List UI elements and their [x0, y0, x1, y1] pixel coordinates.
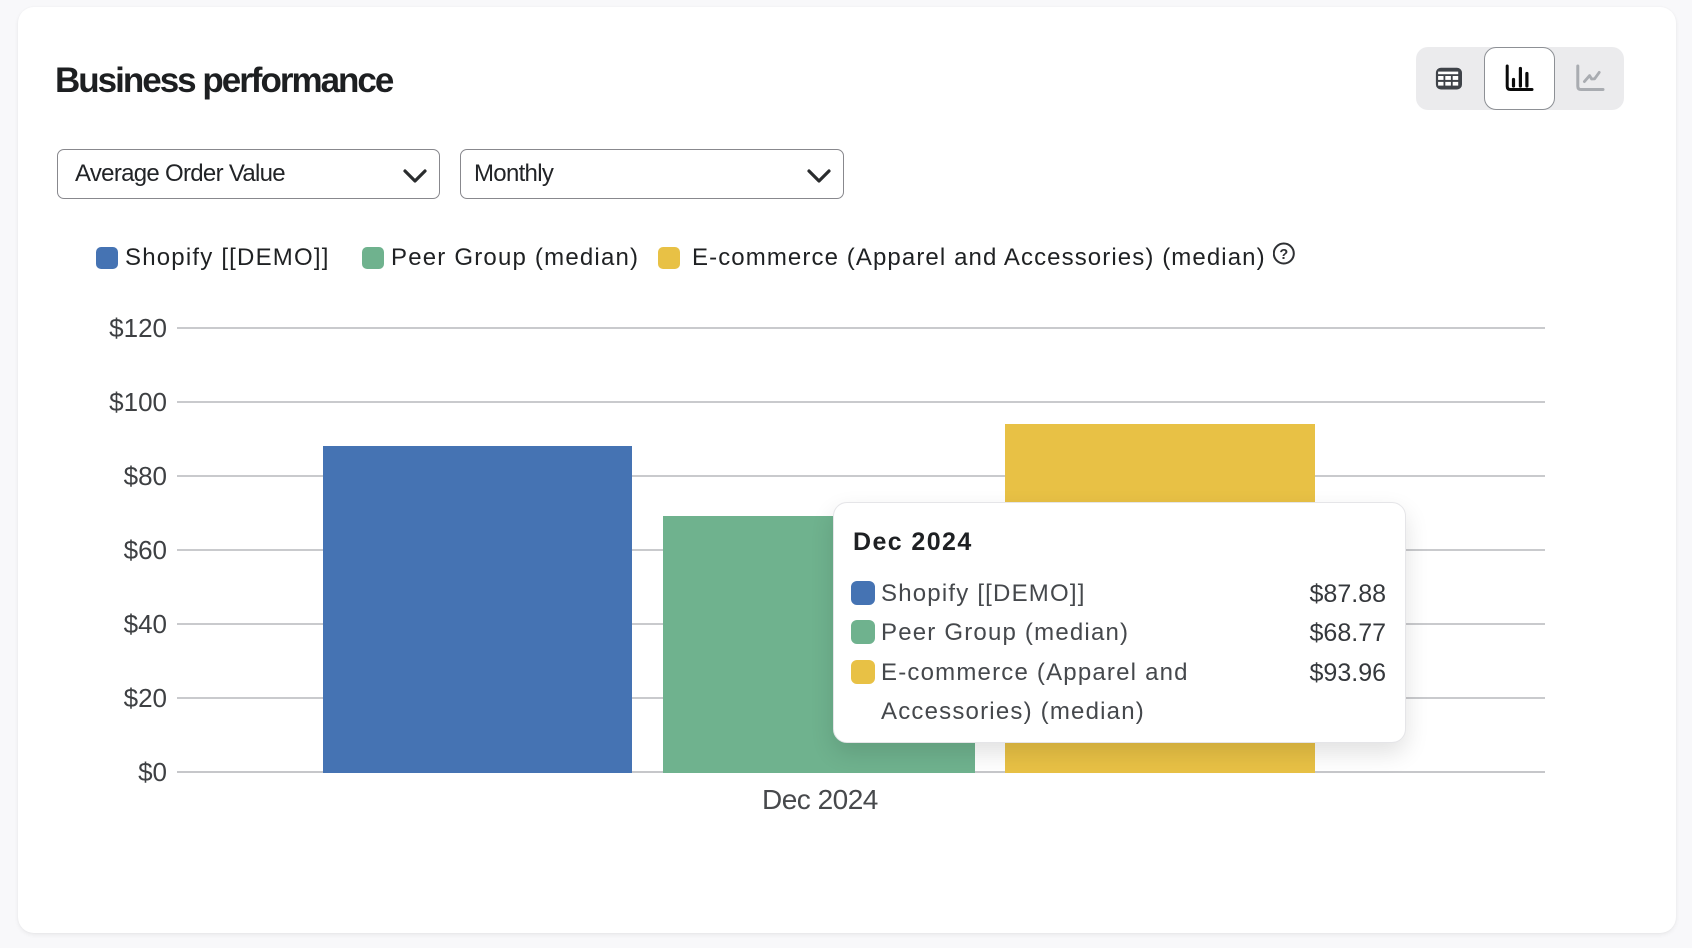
svg-text:?: ? — [1279, 247, 1288, 263]
